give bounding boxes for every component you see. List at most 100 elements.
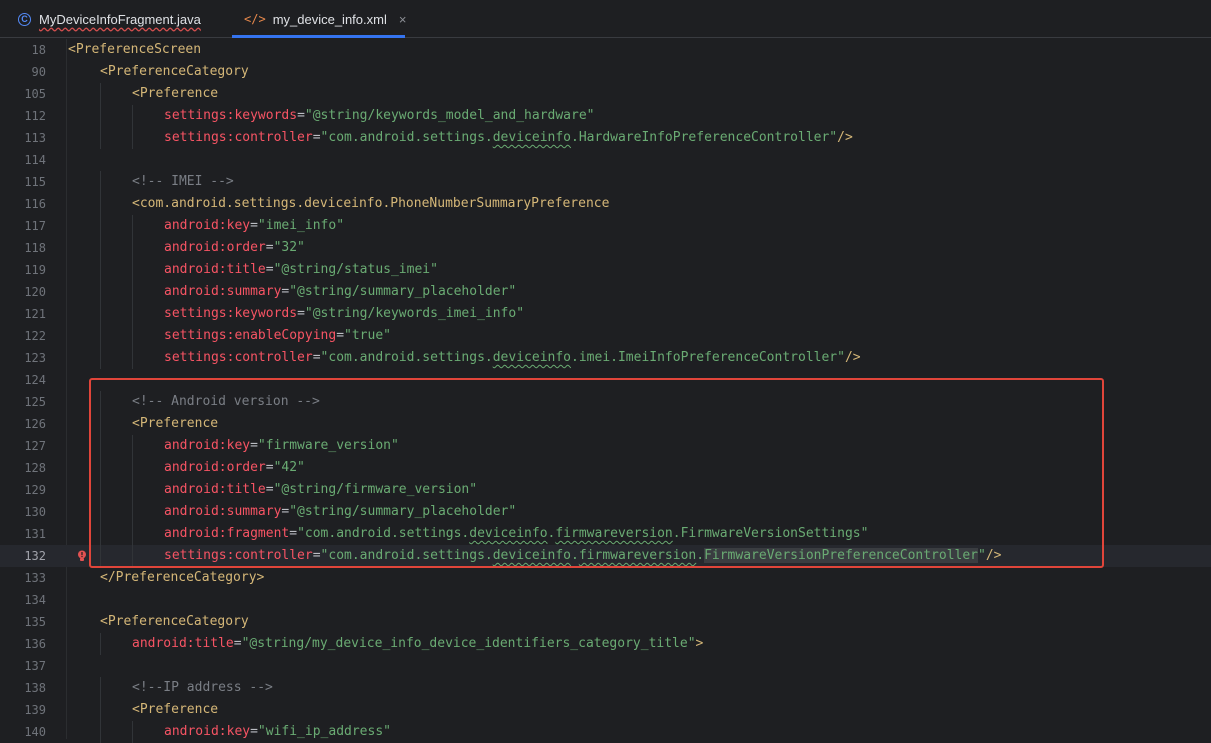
line-number: 116 xyxy=(24,197,46,211)
code-line[interactable]: 18 <PreferenceScreen xyxy=(0,39,1211,61)
code-text: settings:keywords="@string/keywords_mode… xyxy=(164,105,594,127)
indent-guide xyxy=(132,105,133,127)
code-text: <PreferenceScreen xyxy=(68,39,201,61)
code-line[interactable]: 135 <PreferenceCategory xyxy=(0,611,1211,633)
code-text: <Preference xyxy=(132,699,218,721)
code-line[interactable]: 117 android:key="imei_info" xyxy=(0,215,1211,237)
indent-guide xyxy=(132,721,133,743)
line-number: 117 xyxy=(24,219,46,233)
code-token: "@string/keywords_imei_info" xyxy=(304,306,525,321)
code-text: settings:enableCopying="true" xyxy=(164,325,391,347)
line-number: 114 xyxy=(24,153,46,167)
code-line[interactable]: 123 settings:controller="com.android.sett… xyxy=(0,347,1211,369)
code-token: <PreferenceCategory xyxy=(100,614,249,629)
code-text: settings:controller="com.android.setting… xyxy=(164,127,853,149)
line-number: 129 xyxy=(24,483,46,497)
code-token: "com.android.settings. xyxy=(320,350,493,365)
code-line[interactable]: 113 settings:controller="com.android.sett… xyxy=(0,127,1211,149)
line-number: 140 xyxy=(24,725,46,739)
line-number: 124 xyxy=(24,373,46,387)
code-line[interactable]: 136 android:title="@string/my_device_info… xyxy=(0,633,1211,655)
code-line[interactable]: 138 <!--IP address --> xyxy=(0,677,1211,699)
code-line[interactable]: 118 android:order="32" xyxy=(0,237,1211,259)
line-number: 18 xyxy=(31,43,46,57)
code-token: settings:keywords xyxy=(164,108,298,123)
close-icon[interactable]: × xyxy=(399,12,407,27)
indent-guide xyxy=(100,83,101,105)
code-token: android:title xyxy=(132,636,234,651)
code-line[interactable]: 105 <Preference xyxy=(0,83,1211,105)
code-token: <PreferenceCategory xyxy=(100,64,249,79)
code-text: android:key="wifi_ip_address" xyxy=(164,721,391,743)
code-token: = xyxy=(312,130,321,145)
line-number: 121 xyxy=(24,307,46,321)
code-line[interactable]: 116 <com.android.settings.deviceinfo.Phon… xyxy=(0,193,1211,215)
active-tab-indicator xyxy=(232,35,405,38)
indent-guide xyxy=(132,325,133,347)
line-number: 118 xyxy=(24,241,46,255)
code-token: android:title xyxy=(164,262,266,277)
code-line[interactable]: 137 xyxy=(0,655,1211,677)
indent-guide xyxy=(100,193,101,215)
code-token: settings:keywords xyxy=(164,306,298,321)
line-number: 120 xyxy=(24,285,46,299)
code-line[interactable]: 121 settings:keywords="@string/keywords_i… xyxy=(0,303,1211,325)
code-token: = xyxy=(297,306,305,321)
code-token: android:key xyxy=(164,218,251,233)
code-line[interactable]: 134 xyxy=(0,589,1211,611)
code-token: "wifi_ip_address" xyxy=(257,724,391,739)
code-token: settings:controller xyxy=(164,350,313,365)
code-text: android:order="32" xyxy=(164,237,305,259)
code-token: settings:enableCopying xyxy=(164,328,337,343)
code-line[interactable]: 115 <!-- IMEI --> xyxy=(0,171,1211,193)
indent-guide xyxy=(132,347,133,369)
line-number: 133 xyxy=(24,571,46,585)
code-token: android:summary xyxy=(164,284,282,299)
tab-my-device-info-xml[interactable]: </> my_device_info.xml × xyxy=(232,0,407,38)
code-token: = xyxy=(336,328,345,343)
indent-guide xyxy=(100,171,101,193)
code-line[interactable]: 139 <Preference xyxy=(0,699,1211,721)
code-text: settings:keywords="@string/keywords_imei… xyxy=(164,303,524,325)
line-number: 112 xyxy=(24,109,46,123)
error-lightbulb-icon[interactable] xyxy=(77,550,87,562)
code-line[interactable]: 112 settings:keywords="@string/keywords_m… xyxy=(0,105,1211,127)
code-text: android:title="@string/status_imei" xyxy=(164,259,438,281)
code-line[interactable]: 119 android:title="@string/status_imei" xyxy=(0,259,1211,281)
indent-guide xyxy=(100,237,101,259)
code-line[interactable]: 120 android:summary="@string/summary_plac… xyxy=(0,281,1211,303)
indent-guide xyxy=(100,105,101,127)
line-number: 113 xyxy=(24,131,46,145)
code-token: <com.android.settings.deviceinfo.PhoneNu… xyxy=(132,196,610,211)
line-number: 131 xyxy=(24,527,46,541)
code-token: <PreferenceScreen xyxy=(68,42,202,57)
tab-my-device-info-fragment[interactable]: C MyDeviceInfoFragment.java xyxy=(18,0,201,38)
editor-tab-bar: C MyDeviceInfoFragment.java </> my_devic… xyxy=(0,0,1211,38)
line-number: 90 xyxy=(31,65,46,79)
code-token: settings:controller xyxy=(164,130,313,145)
indent-guide xyxy=(132,237,133,259)
code-token: <Preference xyxy=(132,86,219,101)
indent-guide xyxy=(100,633,101,655)
code-token: "imei_info" xyxy=(257,218,345,233)
code-line[interactable]: 140 android:key="wifi_ip_address" xyxy=(0,721,1211,743)
code-token: android:order xyxy=(164,240,266,255)
code-token: deviceinfo xyxy=(492,350,572,365)
code-editor[interactable]: 18 <PreferenceScreen 90 <PreferenceCategory… xyxy=(0,39,1211,743)
tab-label: my_device_info.xml xyxy=(272,11,387,27)
code-token: = xyxy=(250,724,258,739)
indent-guide xyxy=(100,677,101,699)
line-number: 125 xyxy=(24,395,46,409)
line-number: 122 xyxy=(24,329,46,343)
indent-guide xyxy=(100,325,101,347)
indent-guide xyxy=(100,259,101,281)
indent-guide xyxy=(100,215,101,237)
code-line[interactable]: 114 xyxy=(0,149,1211,171)
code-token: "@string/summary_placeholder" xyxy=(289,284,517,299)
indent-guide xyxy=(100,721,101,743)
code-line[interactable]: 90 <PreferenceCategory xyxy=(0,61,1211,83)
line-number: 105 xyxy=(24,87,46,101)
code-line[interactable]: 133 </PreferenceCategory> xyxy=(0,567,1211,589)
code-token: <Preference xyxy=(132,702,219,717)
code-line[interactable]: 122 settings:enableCopying="true" xyxy=(0,325,1211,347)
